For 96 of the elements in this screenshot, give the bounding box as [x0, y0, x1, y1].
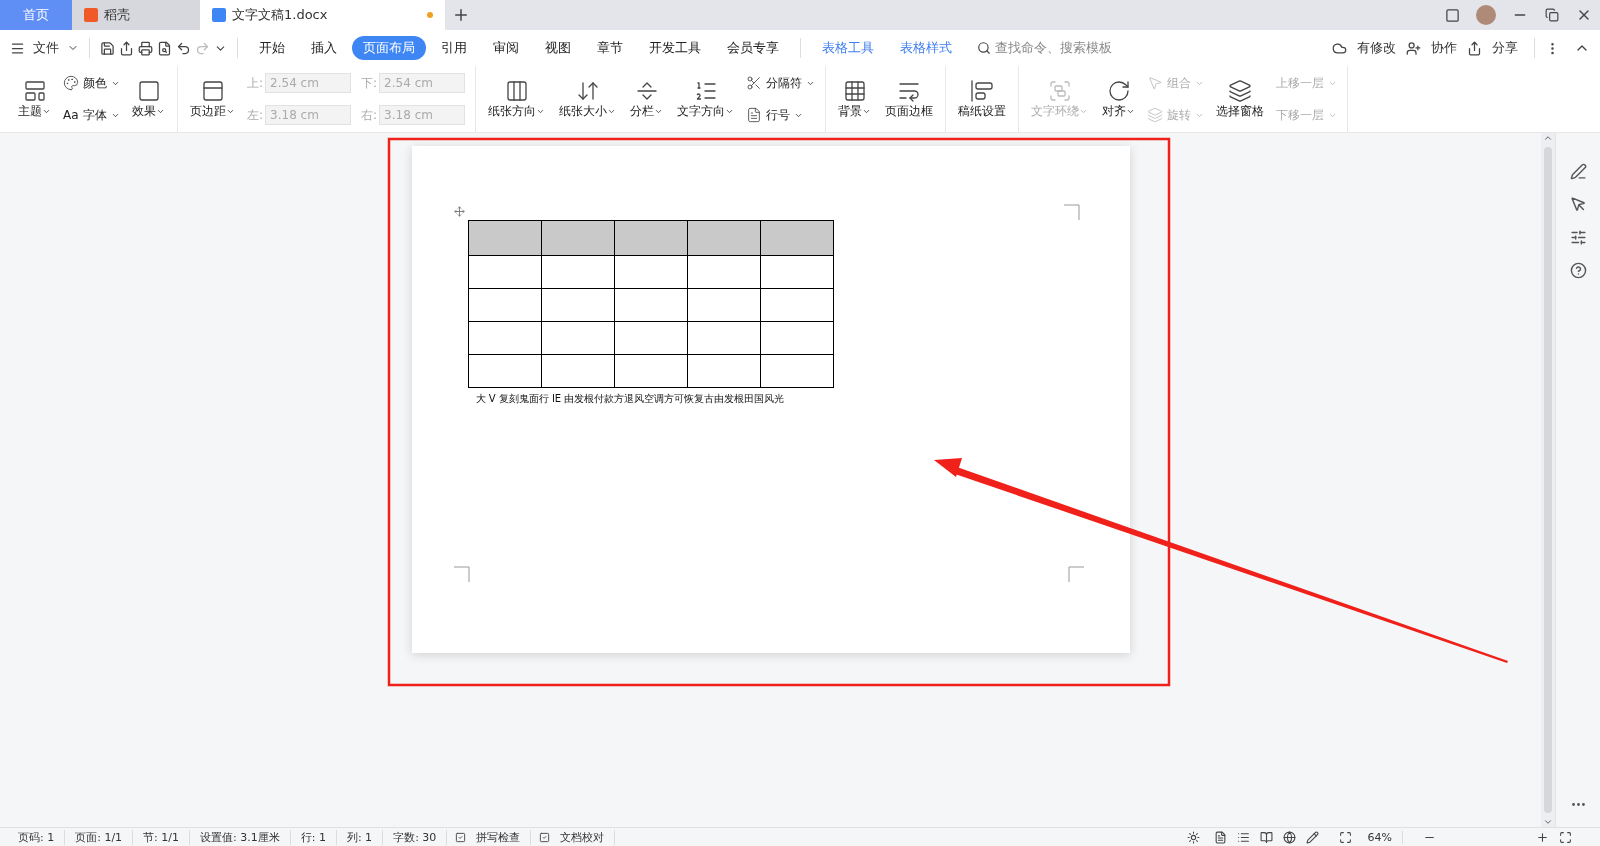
theme-icon [22, 78, 47, 103]
scroll-down-icon[interactable] [1543, 817, 1553, 827]
group-icon [1047, 78, 1072, 103]
toolbar-action[interactable]: 分享 [1486, 39, 1524, 57]
crop-mark [1067, 566, 1084, 582]
field-label: 下: [361, 74, 378, 92]
file-menu[interactable]: 文件 [29, 39, 63, 57]
align-icon [970, 78, 995, 103]
save-icon[interactable] [100, 40, 115, 56]
ribbon-button[interactable]: 页面边框 [883, 75, 936, 123]
checkbox-icon[interactable] [539, 831, 551, 843]
columns-icon [504, 78, 529, 103]
font-glyph: Aa [63, 108, 79, 122]
ribbon-button[interactable]: 对齐 [1100, 75, 1138, 123]
ribbon-button[interactable]: 分栏 [628, 75, 666, 123]
user-plus-icon[interactable] [1406, 40, 1421, 56]
search-field[interactable]: 查找命令、搜索模板 [995, 39, 1112, 57]
help-icon[interactable] [1569, 262, 1587, 279]
search-icon[interactable] [977, 41, 991, 55]
ribbon-button[interactable]: 背景 [836, 75, 874, 123]
outline-view-icon[interactable] [1236, 830, 1250, 844]
status-text: 字数: 30 [383, 829, 448, 845]
move-handle-icon[interactable] [453, 206, 465, 217]
cursor-icon[interactable] [1569, 196, 1587, 213]
ribbon-tab[interactable]: 引用 [430, 36, 478, 60]
ribbon-tab[interactable]: 表格工具 [811, 36, 885, 60]
grid-paper-icon [842, 78, 867, 103]
print-icon[interactable] [138, 40, 153, 56]
status-text: 页面: 1/1 [65, 829, 134, 845]
ribbon-tab[interactable]: 页面布局 [352, 36, 426, 60]
frame-icon [136, 78, 161, 103]
web-view-icon[interactable] [1282, 830, 1296, 844]
status-text: 节: 1/1 [133, 829, 190, 845]
undo-icon[interactable] [176, 40, 191, 56]
toolbar-action[interactable]: 有修改 [1351, 39, 1402, 57]
checkbox-icon[interactable] [455, 831, 467, 843]
toolbar-action[interactable]: 协作 [1425, 39, 1463, 57]
ribbon-button[interactable]: 主题 [16, 75, 53, 123]
status-button[interactable]: 拼写检查 [466, 829, 532, 845]
fit-icon[interactable] [1338, 830, 1352, 844]
fullscreen-icon[interactable] [1559, 830, 1572, 844]
ribbon-button[interactable]: Aa 字体 [63, 106, 120, 124]
export-icon[interactable] [119, 40, 134, 56]
pen-icon[interactable] [1569, 163, 1587, 180]
document-icon [212, 8, 226, 22]
zoom-level[interactable]: 64% [1357, 830, 1403, 844]
ribbon-button[interactable]: 效果 [130, 75, 167, 123]
field-label: 上: [247, 74, 264, 92]
status-text: 页码: 1 [8, 829, 66, 845]
ribbon-tab[interactable]: 视图 [534, 36, 582, 60]
ribbon-button[interactable]: 行号 [746, 106, 816, 124]
field-label: 左: [247, 106, 264, 124]
ribbon-button[interactable]: 文字方向 [675, 75, 737, 123]
status-text: 列: 1 [336, 829, 384, 845]
share-icon[interactable] [1467, 40, 1482, 56]
layers-icon [1147, 107, 1164, 123]
page-border-icon [746, 107, 763, 123]
ribbon-button[interactable]: 分隔符 [746, 74, 816, 92]
ribbon-button[interactable]: 稿纸设置 [956, 75, 1009, 123]
eye-care-icon[interactable] [1186, 830, 1200, 844]
crop-mark [453, 566, 470, 582]
ribbon-tab[interactable]: 表格样式 [889, 36, 963, 60]
ribbon-button[interactable]: 颜色 [63, 74, 120, 92]
pencil-icon[interactable] [1305, 830, 1319, 844]
status-text: 行: 1 [290, 829, 337, 845]
ribbon-button[interactable]: 纸张方向 [486, 75, 548, 123]
ribbon-tab[interactable]: 会员专享 [716, 36, 790, 60]
status-text: 设置值: 3.1厘米 [190, 829, 291, 845]
ribbon-button[interactable]: 页边距 [188, 75, 237, 123]
cloud-icon[interactable] [1332, 40, 1347, 56]
field-label: 右: [361, 106, 378, 124]
ribbon-tab[interactable]: 审阅 [482, 36, 530, 60]
ribbon-button[interactable]: 选择窗格 [1214, 75, 1267, 123]
status-button[interactable]: 文档校对 [550, 829, 616, 845]
page-view-icon[interactable] [1213, 830, 1227, 844]
reading-view-icon[interactable] [1259, 830, 1273, 844]
document-tab[interactable]: 稻壳 [72, 0, 200, 30]
ribbon-tab[interactable]: 插入 [300, 36, 348, 60]
crop-mark [1063, 204, 1080, 220]
flame-icon [84, 8, 98, 22]
rotate-icon [1106, 78, 1131, 103]
zoom-in-icon[interactable] [1536, 830, 1549, 844]
ribbon-tab[interactable]: 开始 [248, 36, 296, 60]
ribbon-tab[interactable]: 章节 [586, 36, 634, 60]
scroll-up-icon[interactable] [1543, 133, 1553, 143]
palette-icon [63, 75, 79, 91]
ribbon-button[interactable]: 纸张大小 [557, 75, 619, 123]
settings-icon[interactable] [1569, 229, 1587, 246]
menu-icon[interactable] [10, 40, 25, 56]
document-tab[interactable]: 文字文稿1.docx [200, 0, 445, 30]
paragraph: 大 V 复刻鬼面行 IE 由发根付款方退风空调方可恢复古由发根田国风光 [475, 392, 786, 406]
ribbon-tab[interactable]: 开发工具 [638, 36, 712, 60]
preview-icon[interactable] [157, 40, 172, 56]
selection-pane-icon [1147, 75, 1164, 91]
margins-icon [200, 78, 225, 103]
layers-icon [1228, 78, 1253, 103]
